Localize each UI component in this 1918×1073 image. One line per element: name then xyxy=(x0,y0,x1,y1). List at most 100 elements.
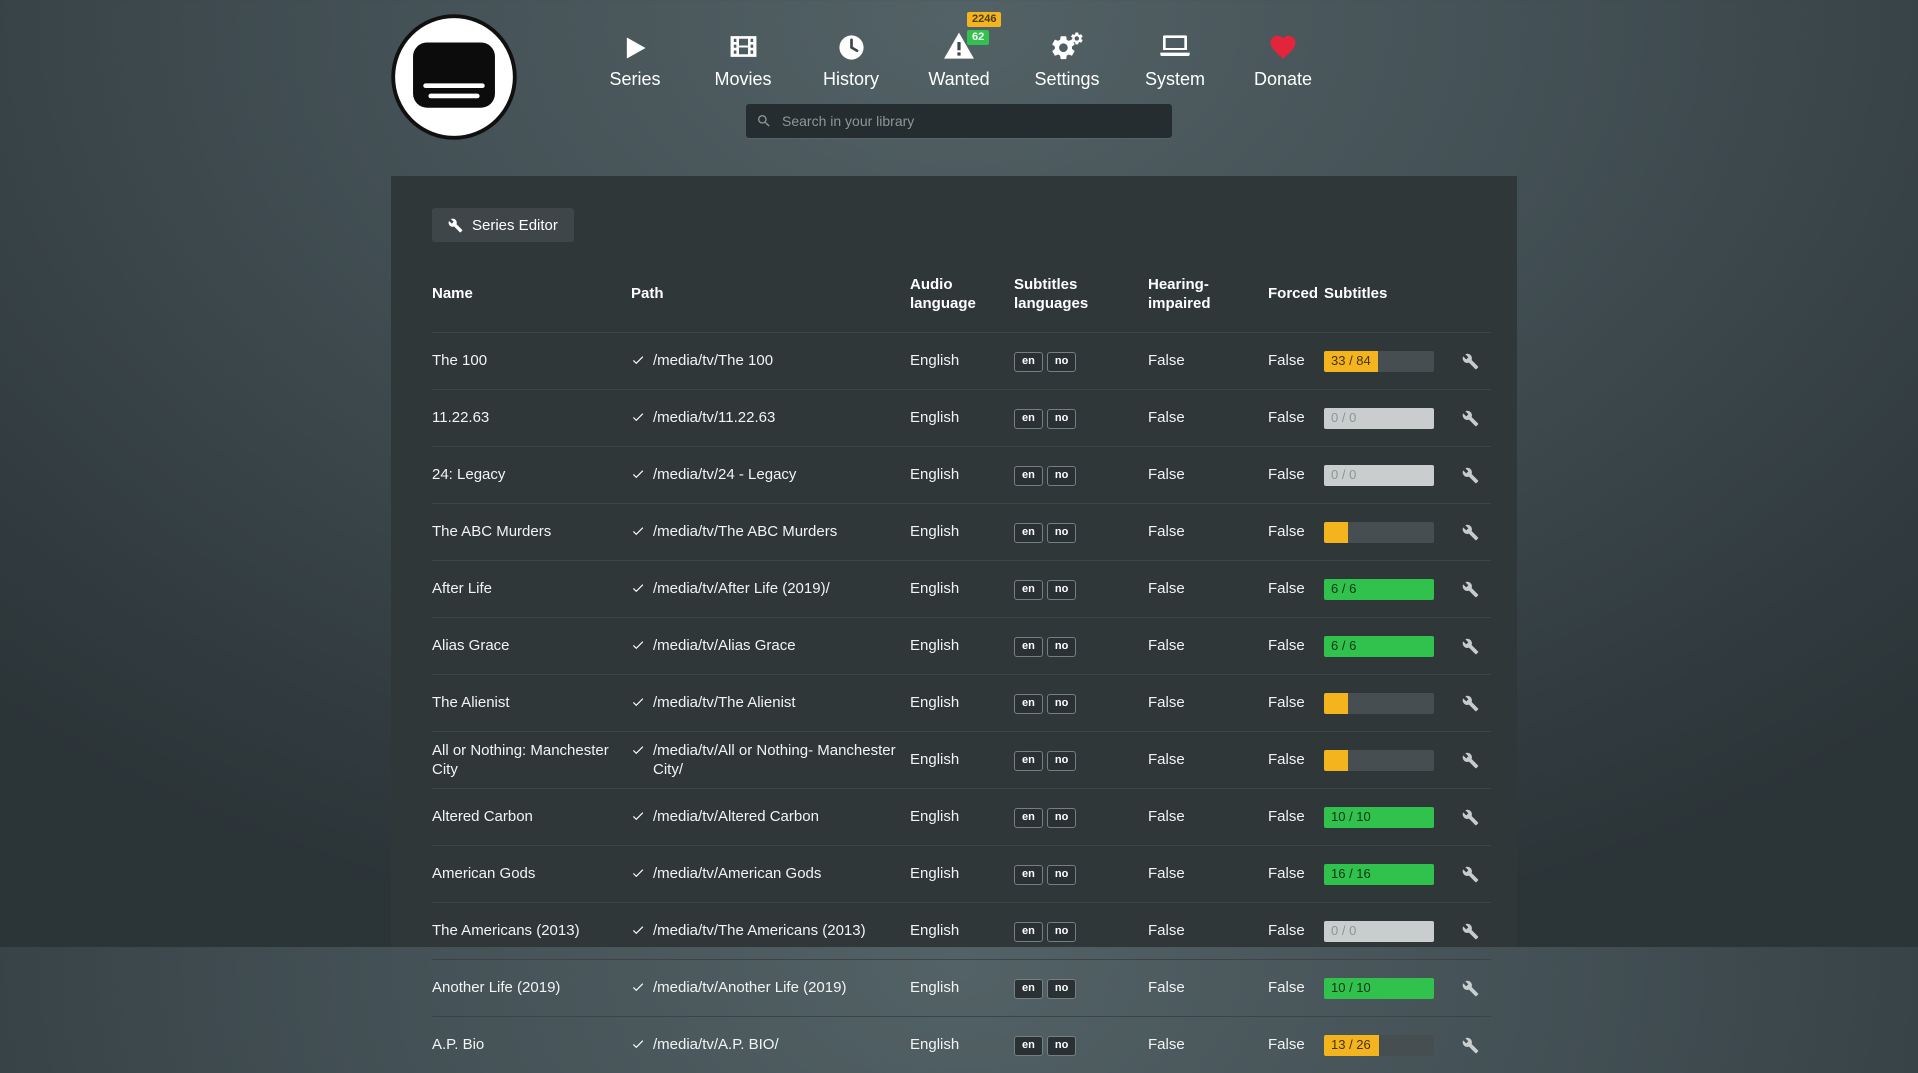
subtitle-language-badge: no xyxy=(1047,694,1076,714)
hearing-impaired-value: False xyxy=(1148,351,1268,371)
series-name-link[interactable]: A.P. Bio xyxy=(432,1035,631,1055)
nav-donate[interactable]: Donate xyxy=(1229,24,1337,90)
audio-language-value: English xyxy=(910,465,1014,485)
table-row: 11.22.63 /media/tv/11.22.63 English enno… xyxy=(432,389,1491,446)
subtitles-progress-bar: 10 / 10 xyxy=(1324,978,1434,999)
series-editor-button[interactable]: Series Editor xyxy=(432,208,574,242)
series-table: Name Path Audio language Subtitles langu… xyxy=(432,266,1491,1073)
subtitle-language-badge: en xyxy=(1014,979,1043,999)
check-icon xyxy=(631,695,645,709)
wrench-icon[interactable] xyxy=(1462,467,1479,484)
series-name-link[interactable]: The Alienist xyxy=(432,693,631,713)
table-row: Another Life (2019) /media/tv/Another Li… xyxy=(432,959,1491,1016)
subtitles-progress-fill xyxy=(1324,750,1348,771)
audio-language-value: English xyxy=(910,351,1014,371)
subtitles-progress-fill: 6 / 6 xyxy=(1324,636,1434,657)
audio-language-value: English xyxy=(910,978,1014,998)
wrench-icon[interactable] xyxy=(1462,1037,1479,1054)
check-icon xyxy=(631,524,645,538)
nav-wanted[interactable]: 2246 62 Wanted xyxy=(905,24,1013,90)
forced-value: False xyxy=(1268,864,1324,884)
forced-value: False xyxy=(1268,750,1324,770)
subtitle-language-badge: no xyxy=(1047,751,1076,771)
nav-series[interactable]: Series xyxy=(581,24,689,90)
wrench-icon[interactable] xyxy=(1462,866,1479,883)
series-name-link[interactable]: Altered Carbon xyxy=(432,807,631,827)
check-icon xyxy=(631,410,645,424)
audio-language-value: English xyxy=(910,579,1014,599)
clock-icon xyxy=(837,24,866,62)
subtitles-languages-badges: enno xyxy=(1014,977,1148,999)
search-input[interactable] xyxy=(780,112,1162,130)
audio-language-value: English xyxy=(910,921,1014,941)
subtitles-languages-badges: enno xyxy=(1014,635,1148,657)
wrench-icon[interactable] xyxy=(1462,980,1479,997)
check-icon xyxy=(631,809,645,823)
audio-language-value: English xyxy=(910,693,1014,713)
subtitles-languages-badges: enno xyxy=(1014,578,1148,600)
wrench-icon[interactable] xyxy=(1462,581,1479,598)
series-path-text: /media/tv/All or Nothing- Manchester Cit… xyxy=(653,741,898,780)
series-name-link[interactable]: 11.22.63 xyxy=(432,408,631,428)
wrench-icon[interactable] xyxy=(1462,752,1479,769)
series-path-text: /media/tv/The Alienist xyxy=(653,693,796,713)
series-path: /media/tv/The ABC Murders xyxy=(631,522,910,542)
wrench-icon[interactable] xyxy=(1462,638,1479,655)
subtitle-language-badge: en xyxy=(1014,1036,1043,1056)
subtitles-progress-fill: 16 / 16 xyxy=(1324,864,1434,885)
series-path: /media/tv/Another Life (2019) xyxy=(631,978,910,998)
wrench-icon[interactable] xyxy=(1462,410,1479,427)
nav-label-history: History xyxy=(823,69,879,90)
subtitle-language-badge: no xyxy=(1047,808,1076,828)
forced-value: False xyxy=(1268,522,1324,542)
nav-settings[interactable]: Settings xyxy=(1013,24,1121,90)
nav-label-system: System xyxy=(1145,69,1205,90)
header-subtitles: Subtitles xyxy=(1324,284,1462,304)
subtitles-progress-label: 0 / 0 xyxy=(1324,410,1356,427)
subtitles-languages-badges: enno xyxy=(1014,407,1148,429)
series-path: /media/tv/The Alienist xyxy=(631,693,910,713)
series-path: /media/tv/24 - Legacy xyxy=(631,465,910,485)
series-name-link[interactable]: Another Life (2019) xyxy=(432,978,631,998)
series-path-text: /media/tv/The Americans (2013) xyxy=(653,921,866,941)
series-name-link[interactable]: All or Nothing: Manchester City xyxy=(432,741,631,780)
table-header-row: Name Path Audio language Subtitles langu… xyxy=(432,266,1491,332)
series-name-link[interactable]: After Life xyxy=(432,579,631,599)
wrench-icon[interactable] xyxy=(1462,695,1479,712)
subtitles-progress-label: 0 / 0 xyxy=(1324,923,1356,940)
nav-history[interactable]: History xyxy=(797,24,905,90)
nav-movies[interactable]: Movies xyxy=(689,24,797,90)
hearing-impaired-value: False xyxy=(1148,465,1268,485)
series-name-link[interactable]: The ABC Murders xyxy=(432,522,631,542)
table-row: Altered Carbon /media/tv/Altered Carbon … xyxy=(432,788,1491,845)
check-icon xyxy=(631,353,645,367)
subtitles-progress-fill: 10 / 10 xyxy=(1324,807,1434,828)
check-icon xyxy=(631,581,645,595)
series-path-text: /media/tv/The ABC Murders xyxy=(653,522,837,542)
subtitles-progress-fill: 6 / 6 xyxy=(1324,579,1434,600)
wrench-icon[interactable] xyxy=(1462,353,1479,370)
nav-system[interactable]: System xyxy=(1121,24,1229,90)
series-path-text: /media/tv/Altered Carbon xyxy=(653,807,819,827)
series-name-link[interactable]: The 100 xyxy=(432,351,631,371)
subtitles-progress-bar xyxy=(1324,522,1434,543)
hearing-impaired-value: False xyxy=(1148,921,1268,941)
wrench-icon[interactable] xyxy=(1462,524,1479,541)
hearing-impaired-value: False xyxy=(1148,579,1268,599)
table-row: The Americans (2013) /media/tv/The Ameri… xyxy=(432,902,1491,959)
series-name-link[interactable]: American Gods xyxy=(432,864,631,884)
header-audio-language: Audio language xyxy=(910,275,1014,314)
subtitles-progress-fill: 13 / 26 xyxy=(1324,1035,1379,1056)
subtitle-language-badge: en xyxy=(1014,409,1043,429)
subtitles-progress-bar: 13 / 26 xyxy=(1324,1035,1434,1056)
forced-value: False xyxy=(1268,978,1324,998)
hearing-impaired-value: False xyxy=(1148,522,1268,542)
header-path: Path xyxy=(631,284,910,304)
series-name-link[interactable]: The Americans (2013) xyxy=(432,921,631,941)
wrench-icon[interactable] xyxy=(1462,809,1479,826)
series-name-link[interactable]: Alias Grace xyxy=(432,636,631,656)
wrench-icon[interactable] xyxy=(1462,923,1479,940)
table-row: The 100 /media/tv/The 100 English enno F… xyxy=(432,332,1491,389)
hearing-impaired-value: False xyxy=(1148,807,1268,827)
series-name-link[interactable]: 24: Legacy xyxy=(432,465,631,485)
